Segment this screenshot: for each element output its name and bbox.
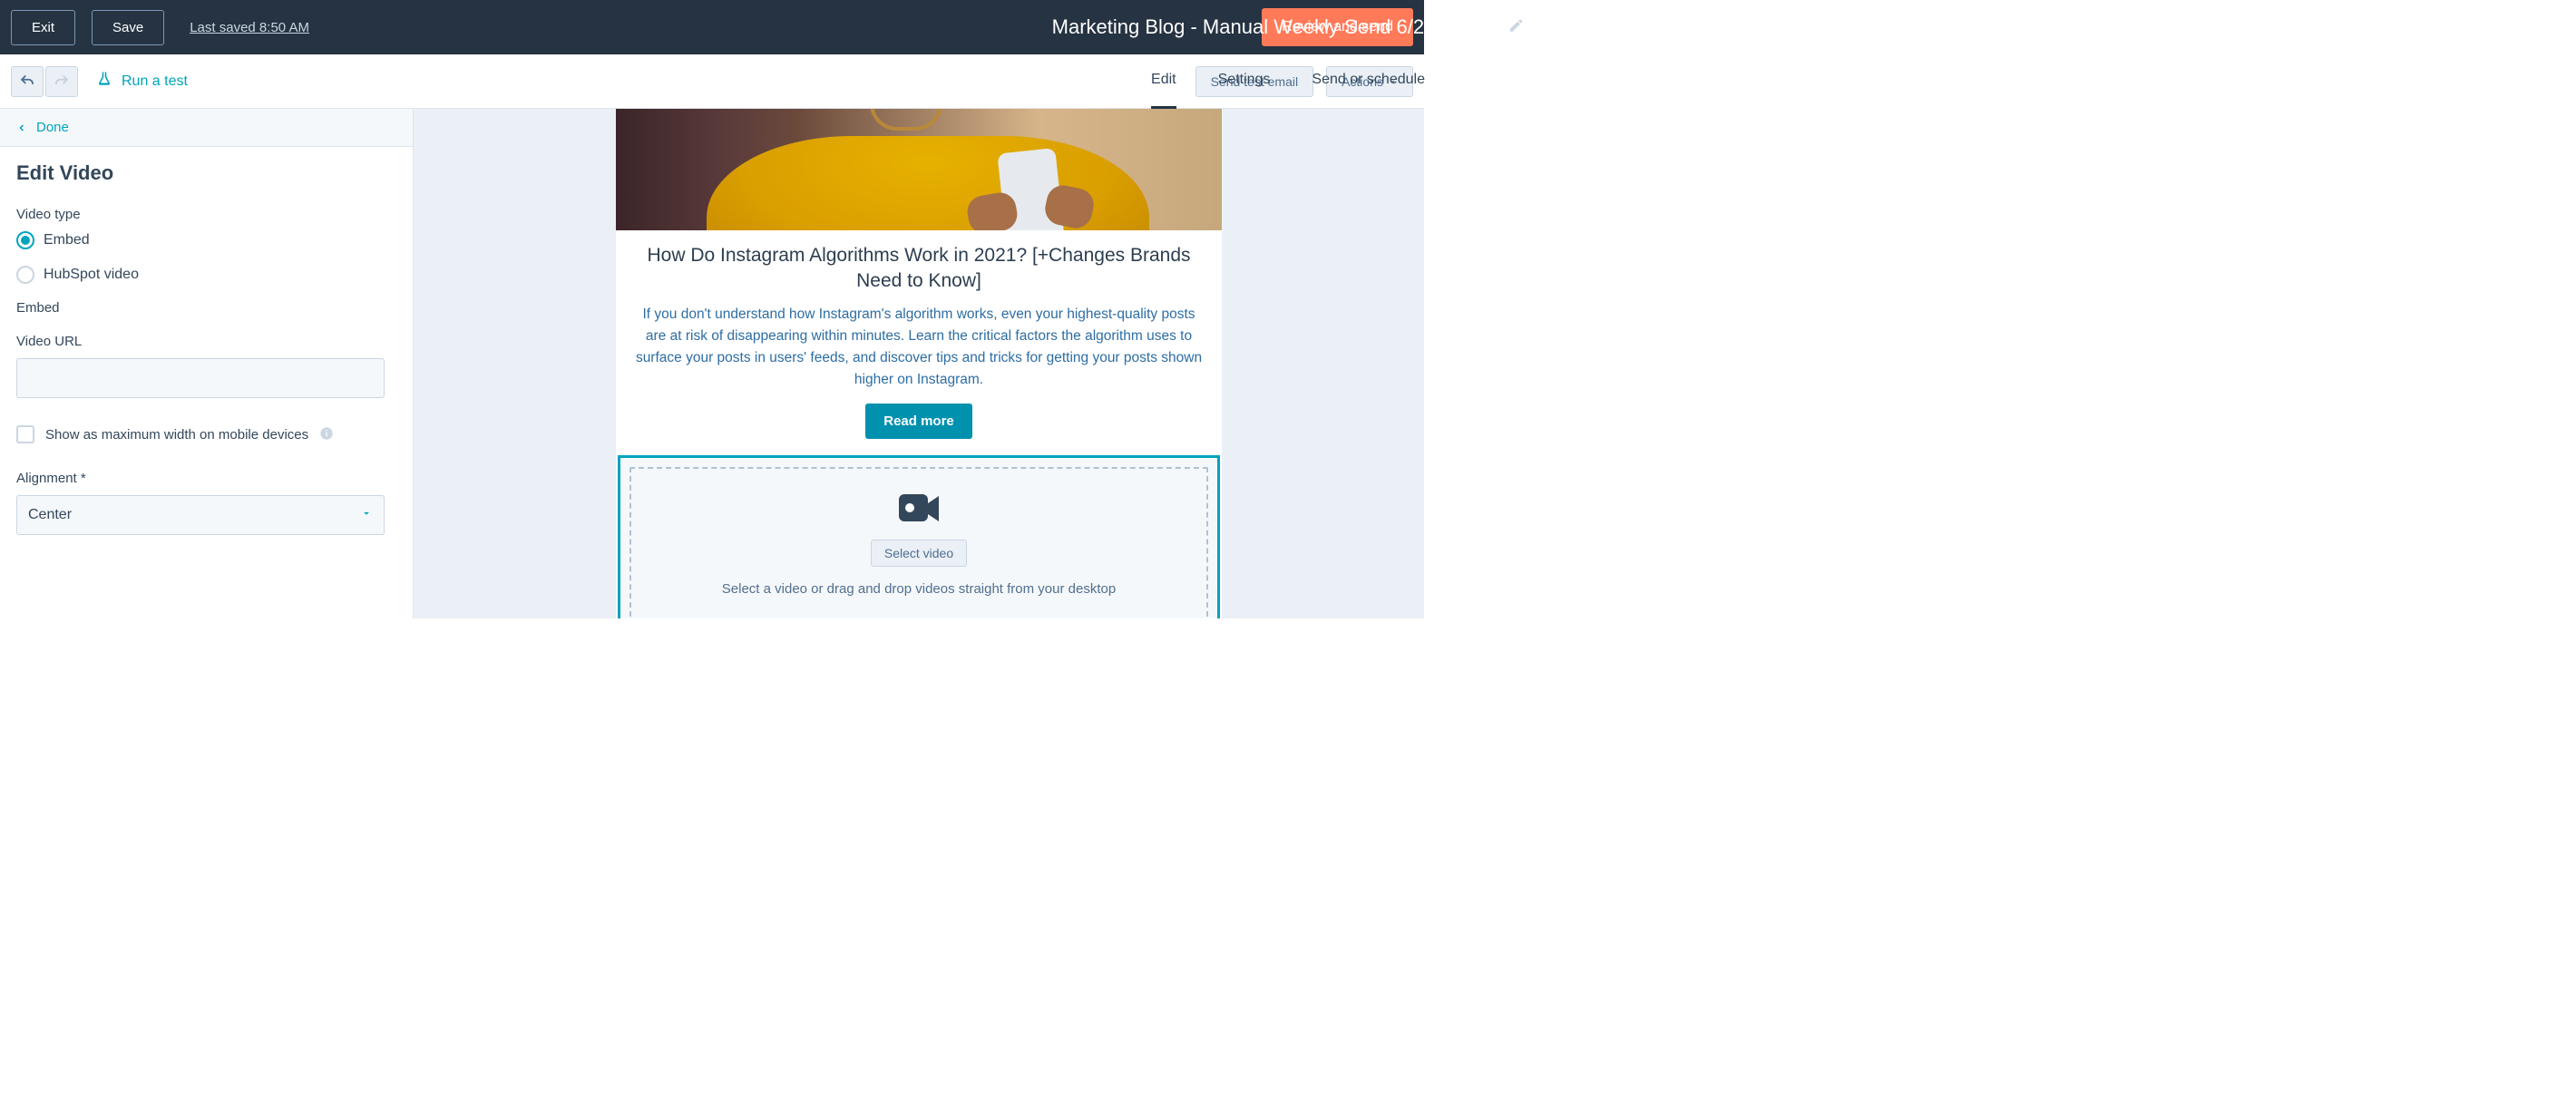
max-width-checkbox-row: Show as maximum width on mobile devices (16, 425, 396, 443)
radio-embed[interactable]: Embed (16, 231, 396, 249)
video-url-label: Video URL (16, 334, 396, 349)
max-width-checkbox[interactable] (16, 425, 34, 443)
caret-down-icon (360, 507, 373, 524)
done-button[interactable]: Done (0, 109, 413, 147)
redo-button[interactable] (45, 66, 78, 97)
last-saved-link[interactable]: Last saved 8:50 AM (190, 20, 309, 35)
tab-edit[interactable]: Edit (1151, 54, 1176, 109)
main-area: Done Edit Video Video type Embed HubSpot… (0, 109, 1424, 618)
radio-hubspot-video[interactable]: HubSpot video (16, 266, 396, 284)
read-more-button[interactable]: Read more (865, 404, 972, 439)
sub-header: Run a test Edit Settings Send or schedul… (0, 54, 1424, 109)
video-icon (644, 491, 1194, 527)
run-test-link[interactable]: Run a test (96, 71, 188, 92)
alignment-select[interactable]: Center (16, 495, 385, 535)
pencil-icon[interactable] (1508, 17, 1524, 38)
radio-embed-label: Embed (44, 232, 90, 248)
radio-hubspot-label: HubSpot video (44, 267, 139, 283)
sub-header-left: Run a test (11, 66, 188, 97)
chevron-left-icon (16, 122, 27, 133)
main-tabs: Edit Settings Send or schedule (1151, 54, 1425, 109)
article-hero-image (616, 109, 1222, 230)
app-header: Exit Save Last saved 8:50 AM Marketing B… (0, 0, 1424, 54)
alignment-select-wrap: Center (16, 495, 385, 535)
info-icon[interactable] (319, 426, 334, 443)
email-frame: How Do Instagram Algorithms Work in 2021… (616, 109, 1222, 618)
exit-button[interactable]: Exit (11, 10, 75, 45)
page-title-wrap: Marketing Blog - Manual Weekly Send 6/2 … (1052, 15, 1525, 39)
tab-send-schedule[interactable]: Send or schedule (1312, 54, 1425, 109)
embed-section-label: Embed (16, 300, 396, 316)
save-button[interactable]: Save (92, 10, 164, 45)
undo-icon (19, 73, 35, 90)
tab-settings[interactable]: Settings (1218, 54, 1271, 109)
select-video-button[interactable]: Select video (871, 540, 967, 567)
radio-icon (16, 266, 34, 284)
sidebar-body: Edit Video Video type Embed HubSpot vide… (0, 147, 413, 550)
panel-title: Edit Video (16, 161, 396, 185)
video-drop-zone[interactable]: Select video Select a video or drag and … (629, 467, 1208, 618)
video-module-selected[interactable]: Select video Select a video or drag and … (618, 455, 1220, 618)
undo-button[interactable] (11, 66, 44, 97)
article-block: How Do Instagram Algorithms Work in 2021… (616, 230, 1222, 455)
flask-icon (96, 71, 112, 92)
radio-icon (16, 231, 34, 249)
done-label: Done (36, 120, 69, 135)
article-description: If you don't understand how Instagram's … (634, 304, 1204, 391)
preview-canvas[interactable]: How Do Instagram Algorithms Work in 2021… (414, 109, 1424, 618)
video-drop-text: Select a video or drag and drop videos s… (644, 581, 1194, 597)
alignment-label: Alignment * (16, 471, 396, 486)
editor-sidebar: Done Edit Video Video type Embed HubSpot… (0, 109, 414, 618)
header-left: Exit Save Last saved 8:50 AM (11, 10, 309, 45)
video-url-input[interactable] (16, 358, 385, 398)
page-title: Marketing Blog - Manual Weekly Send 6/2 … (1052, 15, 1496, 39)
max-width-checkbox-label: Show as maximum width on mobile devices (45, 427, 308, 443)
video-type-label: Video type (16, 207, 396, 222)
undo-redo-group (11, 66, 78, 97)
redo-icon (54, 73, 70, 90)
alignment-value: Center (28, 507, 72, 523)
article-title: How Do Instagram Algorithms Work in 2021… (634, 243, 1204, 295)
run-test-label: Run a test (122, 73, 188, 90)
